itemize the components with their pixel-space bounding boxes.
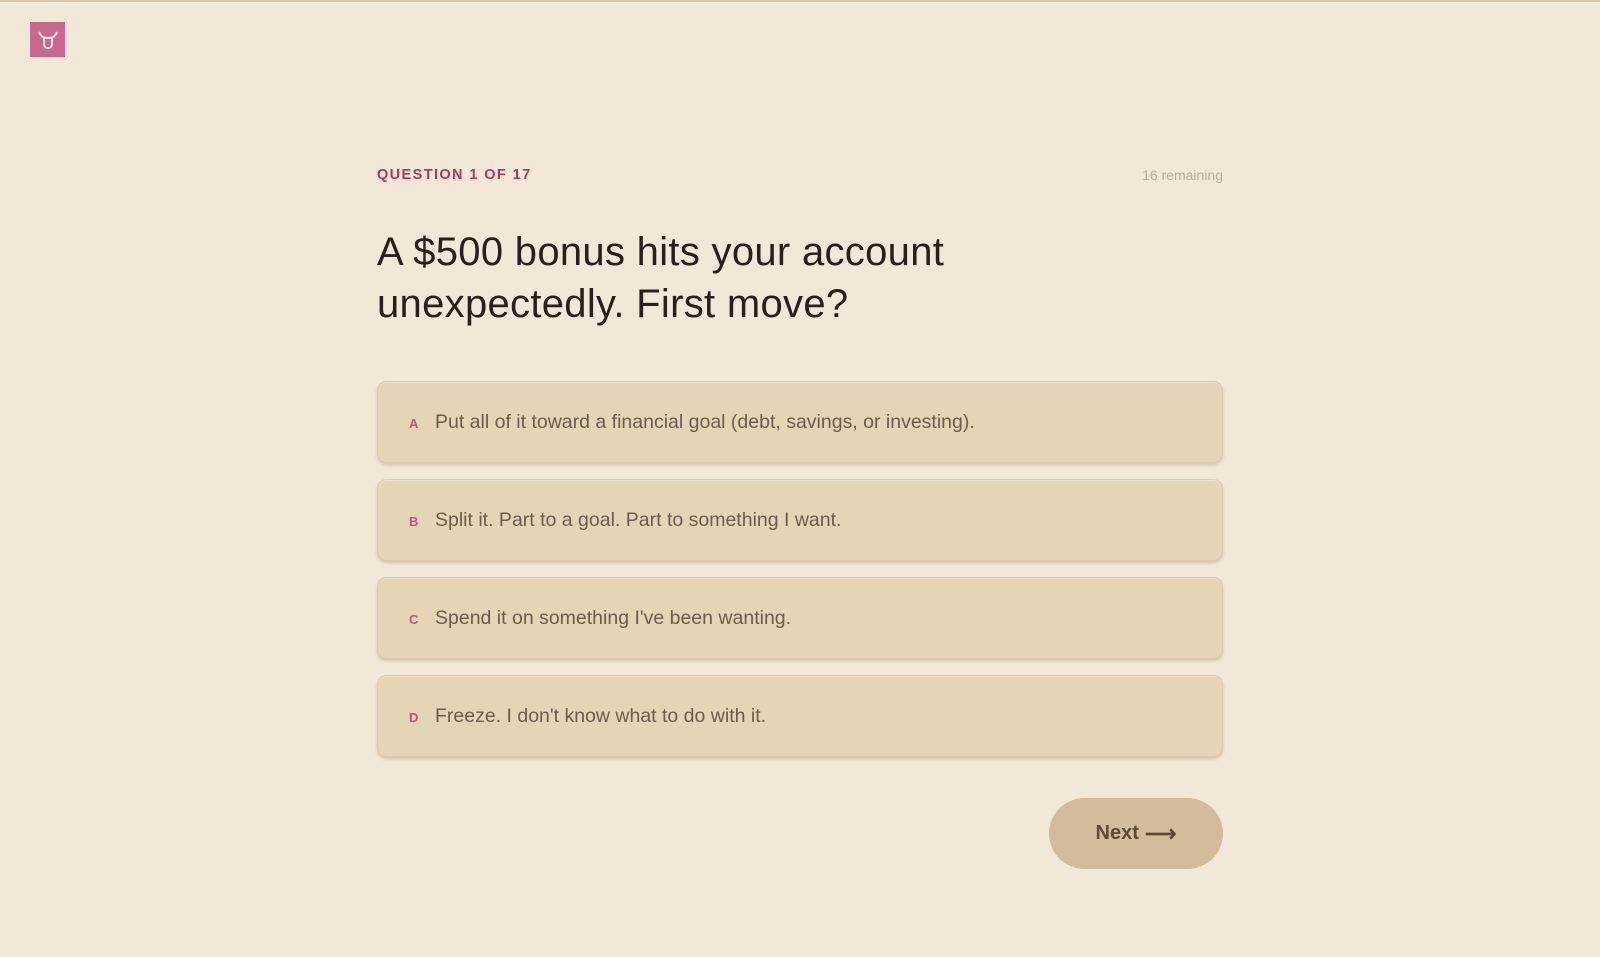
option-letter: A [409, 415, 419, 431]
question-text: A $500 bonus hits your account unexpecte… [377, 230, 945, 326]
option-d[interactable]: D Freeze. I don't know what to do with i… [377, 675, 1223, 757]
bull-horns-icon [37, 31, 58, 49]
option-text: Freeze. I don't know what to do with it. [435, 704, 767, 727]
question-progress: QUESTION 1 OF 17 [377, 167, 532, 183]
arrow-right-icon: ⟶ [1144, 820, 1177, 846]
answer-options: A Put all of it toward a financial goal … [377, 381, 1223, 773]
option-c[interactable]: C Spend it on something I've been wantin… [377, 577, 1223, 659]
option-letter: D [409, 709, 419, 725]
option-text: Split it. Part to a goal. Part to someth… [435, 508, 842, 531]
next-label: Next [1095, 822, 1139, 844]
option-text: Put all of it toward a financial goal (d… [435, 410, 975, 433]
brand-logo[interactable] [30, 22, 65, 57]
quiz-meta: QUESTION 1 OF 17 16 remaining [377, 167, 1223, 183]
next-button[interactable]: Next ⟶ [1049, 798, 1223, 869]
option-letter: B [409, 513, 419, 529]
top-border [0, 0, 1600, 2]
option-b[interactable]: B Split it. Part to a goal. Part to some… [377, 479, 1223, 561]
option-text: Spend it on something I've been wanting. [435, 606, 792, 629]
option-a[interactable]: A Put all of it toward a financial goal … [377, 381, 1223, 463]
option-letter: C [409, 611, 419, 627]
remaining-count: 16 remaining [1142, 167, 1223, 183]
